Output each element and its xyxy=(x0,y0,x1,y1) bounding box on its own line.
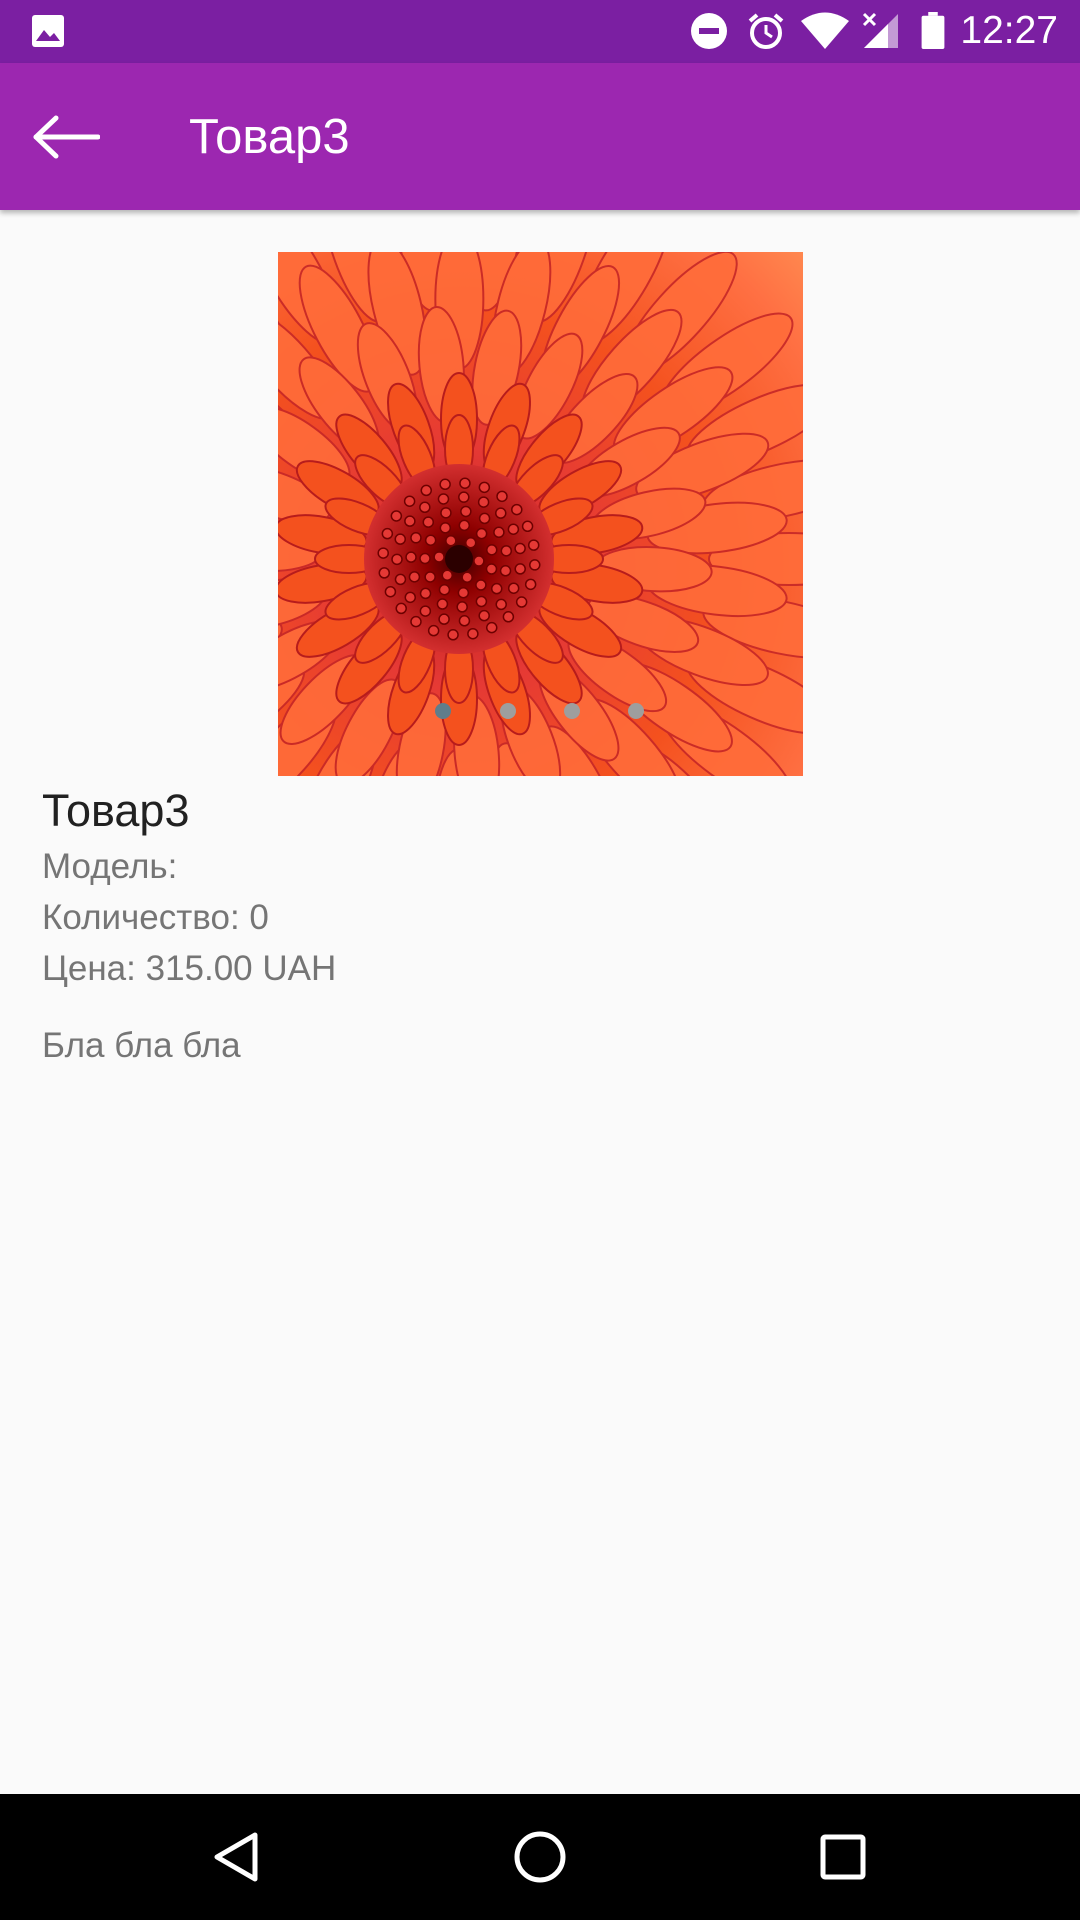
alarm-icon xyxy=(748,13,784,49)
nav-home-button[interactable] xyxy=(500,1817,580,1897)
do-not-disturb-icon xyxy=(691,13,727,49)
product-name: Товар3 xyxy=(42,785,190,836)
nav-back-button[interactable] xyxy=(196,1817,276,1897)
product-quantity: Количество: 0 xyxy=(42,898,269,937)
page-dot[interactable] xyxy=(435,703,451,719)
navigation-bar xyxy=(0,1794,1080,1920)
app-bar: Товар3 xyxy=(0,63,1080,210)
cellular-signal-icon xyxy=(862,12,898,48)
product-image-carousel[interactable] xyxy=(278,252,803,776)
page-dot[interactable] xyxy=(628,703,644,719)
page-title: Товар3 xyxy=(189,110,350,164)
home-circle-icon xyxy=(514,1831,566,1883)
product-model: Модель: xyxy=(42,847,178,886)
carousel-page-indicator xyxy=(0,703,1080,723)
wifi-icon xyxy=(801,12,849,49)
page-dot[interactable] xyxy=(500,703,516,719)
back-button[interactable] xyxy=(16,104,116,170)
product-price: Цена: 315.00 UAH xyxy=(42,949,337,988)
arrow-back-icon xyxy=(33,115,100,159)
status-time: 12:27 xyxy=(960,9,1058,52)
back-triangle-icon xyxy=(214,1832,258,1882)
gallery-notification-icon xyxy=(32,15,64,47)
battery-icon xyxy=(921,12,945,50)
nav-recents-button[interactable] xyxy=(803,1817,883,1897)
product-description: Бла бла бла xyxy=(42,1026,241,1065)
status-bar: 12:27 xyxy=(0,0,1080,63)
product-image xyxy=(278,252,803,776)
page-dot[interactable] xyxy=(564,703,580,719)
recents-square-icon xyxy=(820,1834,866,1880)
